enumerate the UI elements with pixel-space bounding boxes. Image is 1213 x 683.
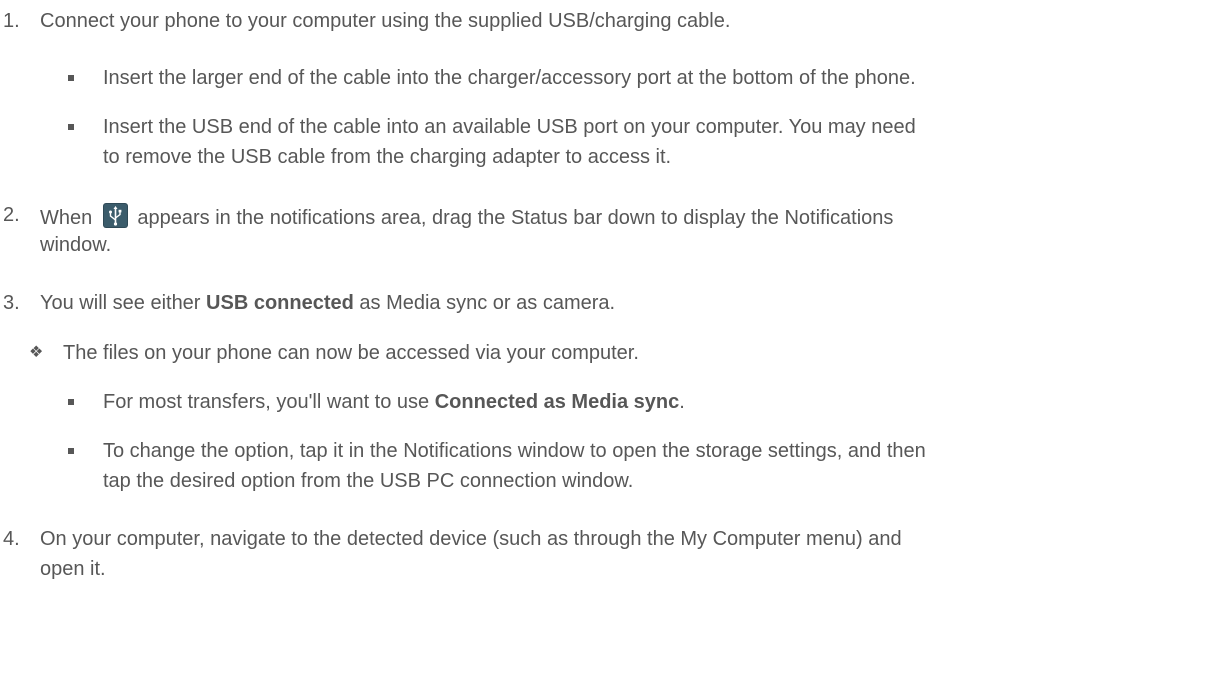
step-3-subitem-1: For most transfers, you'll want to use C… bbox=[103, 390, 685, 414]
step-2-number: 2. bbox=[3, 204, 20, 226]
step-3-subitem-1-text-after: . bbox=[679, 391, 685, 413]
step-3-subitem-2-line-2: tap the desired option from the USB PC c… bbox=[103, 470, 634, 492]
square-bullet-icon bbox=[68, 448, 74, 454]
step-2-text-after: appears in the notifications area, drag … bbox=[137, 207, 894, 229]
step-1-subitem-1: Insert the larger end of the cable into … bbox=[103, 67, 916, 89]
step-3-note: The files on your phone can now be acces… bbox=[63, 342, 639, 364]
square-bullet-icon bbox=[68, 124, 74, 130]
step-4-line-2: open it. bbox=[40, 558, 106, 580]
step-3-subitem-1-text-before: For most transfers, you'll want to use bbox=[103, 391, 430, 413]
step-3-subitem-1-bold: Connected as Media sync bbox=[434, 391, 680, 413]
diamond-bullet-icon: ❖ bbox=[29, 344, 44, 361]
step-3-subitem-2-line-1: To change the option, tap it in the Noti… bbox=[103, 440, 926, 462]
step-3-text-before: You will see either bbox=[40, 292, 201, 314]
usb-icon bbox=[102, 203, 128, 228]
square-bullet-icon bbox=[68, 75, 74, 81]
step-1-text: Connect your phone to your computer usin… bbox=[40, 10, 731, 32]
square-bullet-icon bbox=[68, 399, 74, 405]
step-3-text-after: as Media sync or as camera. bbox=[359, 292, 616, 314]
step-2-line-2: window. bbox=[40, 234, 112, 256]
step-1-subitem-2-line-1: Insert the USB end of the cable into an … bbox=[103, 116, 916, 138]
step-2-line-1: When appears in the notifications area, … bbox=[40, 203, 893, 230]
step-3-bold-text: USB connected bbox=[206, 292, 354, 314]
step-1-subitem-2-line-2: to remove the USB cable from the chargin… bbox=[103, 146, 672, 168]
step-1-number: 1. bbox=[3, 10, 20, 32]
step-4-line-1: On your computer, navigate to the detect… bbox=[40, 528, 902, 550]
step-4-number: 4. bbox=[3, 528, 20, 550]
step-3-number: 3. bbox=[3, 292, 20, 314]
step-2-text-before: When bbox=[40, 207, 93, 229]
step-3-text: You will see either USB connected as Med… bbox=[40, 291, 615, 315]
